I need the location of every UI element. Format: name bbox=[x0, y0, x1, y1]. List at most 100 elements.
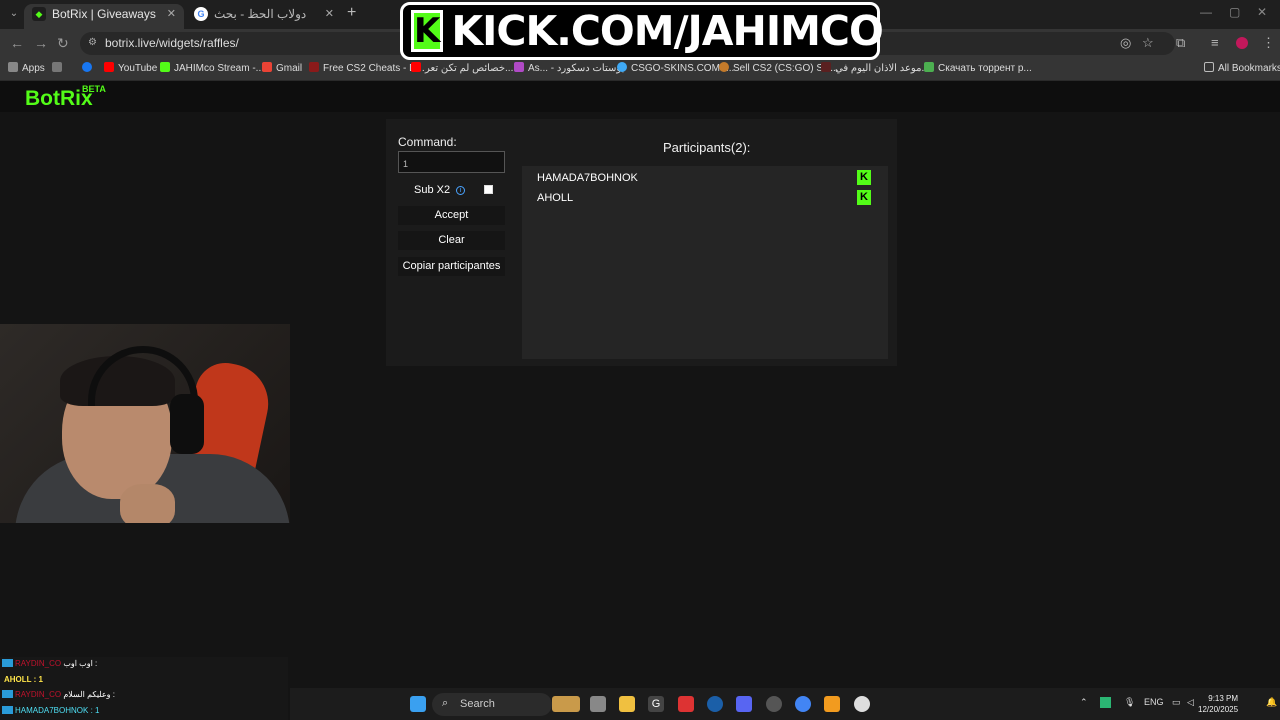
extensions-icon[interactable]: ⧉ bbox=[1176, 35, 1185, 51]
bookmark-gmail[interactable]: Gmail bbox=[262, 62, 302, 74]
bookmark-youtube-ar[interactable]: خصائص لم تكن تعر... bbox=[411, 62, 513, 74]
youtube-icon bbox=[411, 62, 421, 72]
chat-overlay: RAYDIN_CO اوب اوب : AHOLL : 1 RAYDIN_CO … bbox=[0, 657, 288, 720]
streamer-hand bbox=[120, 484, 175, 523]
chat-text: اوب اوب : bbox=[63, 659, 98, 668]
widget-icon[interactable] bbox=[552, 696, 580, 712]
bookmark-facebook[interactable] bbox=[82, 62, 96, 74]
app-header: BotRix BETA bbox=[0, 81, 1280, 112]
bookmark-star-icon[interactable]: ☆ bbox=[1142, 35, 1154, 51]
tab-botrix[interactable]: ◆ BotRix | Giveaways ✕ bbox=[24, 4, 184, 29]
clear-button[interactable]: Clear bbox=[398, 231, 505, 250]
chat-text: وعليكم السلام : bbox=[63, 690, 115, 699]
sub-x2-checkbox[interactable] bbox=[484, 185, 493, 194]
chat-text: HAMADA7BOHNOK : 1 bbox=[15, 706, 100, 715]
volume-icon[interactable]: ◁ bbox=[1187, 697, 1194, 708]
url-text: botrix.live/widgets/raffles/ bbox=[105, 36, 239, 50]
grid-icon bbox=[52, 62, 62, 72]
tray-chevron-icon[interactable]: ⌃ bbox=[1080, 697, 1088, 708]
participant-row: HAMADA7BOHNOK bbox=[537, 172, 638, 184]
participant-row: AHOLL bbox=[537, 192, 574, 204]
bookmark-label: Apps bbox=[22, 63, 45, 74]
logitech-icon[interactable]: G bbox=[648, 696, 664, 712]
microphone-icon[interactable]: 🎙 bbox=[1124, 697, 1135, 708]
search-label: Search bbox=[460, 698, 495, 710]
copy-participants-button[interactable]: Copiar participantes bbox=[398, 257, 505, 276]
bookmark-grid[interactable] bbox=[52, 62, 66, 74]
kick-overlay-banner: K KICK.COM/JAHIMCO bbox=[400, 2, 884, 60]
bookmark-torrent[interactable]: Скачать торрент р... bbox=[924, 62, 1032, 74]
bookmark-cs2cheats[interactable]: Free CS2 Cheats - D... bbox=[309, 62, 425, 74]
search-icon: ⌕ bbox=[442, 697, 449, 709]
discord-icon[interactable] bbox=[736, 696, 752, 712]
close-window-icon[interactable]: ✕ bbox=[1257, 5, 1267, 19]
site-icon bbox=[617, 62, 627, 72]
bookmark-jahimco[interactable]: JAHIMco Stream -... bbox=[160, 62, 264, 74]
app-icon[interactable] bbox=[678, 696, 694, 712]
bookmark-label: Free CS2 Cheats - D... bbox=[323, 63, 425, 74]
participants-title: Participants(2): bbox=[663, 140, 751, 155]
minimize-icon[interactable]: — bbox=[1200, 5, 1212, 19]
language-indicator[interactable]: ENG bbox=[1144, 697, 1164, 707]
taskbar-search[interactable]: ⌕ Search bbox=[432, 693, 552, 716]
vlc-icon[interactable] bbox=[824, 696, 840, 712]
tab-search-icon[interactable]: ≡ bbox=[1211, 35, 1219, 50]
gmail-icon bbox=[262, 62, 272, 72]
sub-x2-text: Sub X2 bbox=[414, 184, 451, 196]
notifications-icon[interactable]: 🔔 bbox=[1266, 697, 1277, 708]
bookmark-label: موعد الاذان اليوم في... bbox=[835, 63, 930, 74]
folder-icon bbox=[1204, 62, 1214, 72]
tab-search-icon[interactable]: ⌄ bbox=[6, 6, 22, 22]
bookmark-discord-posts[interactable]: As... - بوستات دسكورد bbox=[514, 62, 624, 74]
clock[interactable]: 9:13 PM 12/20/2025 bbox=[1198, 693, 1238, 715]
file-explorer-icon[interactable] bbox=[619, 696, 635, 712]
accept-button[interactable]: Accept bbox=[398, 206, 505, 225]
site-info-icon[interactable]: ⚙ bbox=[88, 37, 100, 49]
site-icon bbox=[719, 62, 729, 72]
forward-icon[interactable]: → bbox=[34, 35, 48, 51]
close-tab-icon[interactable]: ✕ bbox=[325, 4, 334, 24]
tab-google[interactable]: G دولاب الحظ - بحث Google ✕ bbox=[186, 4, 342, 41]
chat-message: HAMADA7BOHNOK : 1 bbox=[2, 704, 99, 718]
back-icon[interactable]: ← bbox=[10, 35, 24, 51]
new-tab-icon[interactable]: + bbox=[347, 4, 356, 22]
badge-icon bbox=[2, 659, 13, 667]
close-tab-icon[interactable]: ✕ bbox=[167, 4, 176, 24]
obs-icon[interactable] bbox=[854, 696, 870, 712]
bookmarks-bar: Apps YouTube JAHIMco Stream -... Gmail F… bbox=[0, 57, 1280, 81]
kick-logo-icon: K bbox=[411, 10, 444, 52]
site-icon bbox=[309, 62, 319, 72]
bookmark-label: Скачать торрент р... bbox=[938, 63, 1032, 74]
site-icon bbox=[821, 62, 831, 72]
profile-avatar[interactable] bbox=[1236, 37, 1248, 49]
bookmark-label: خصائص لم تكن تعر... bbox=[425, 63, 514, 74]
app-icon[interactable] bbox=[766, 696, 782, 712]
kick-url-text: KICK.COM/JAHIMCO bbox=[451, 7, 883, 55]
gem-icon bbox=[514, 62, 524, 72]
chat-message: RAYDIN_CO وعليكم السلام : bbox=[2, 688, 115, 702]
kick-icon: K bbox=[857, 170, 871, 185]
site-icon bbox=[924, 62, 934, 72]
bookmark-youtube[interactable]: YouTube bbox=[104, 62, 157, 74]
info-icon[interactable]: i bbox=[456, 186, 466, 195]
tray-app-icon[interactable] bbox=[1100, 697, 1111, 708]
sub-x2-label: Sub X2 i bbox=[414, 184, 466, 196]
badge-icon bbox=[2, 706, 13, 714]
bookmark-prayer[interactable]: موعد الاذان اليوم في... bbox=[821, 62, 930, 74]
task-view-icon[interactable] bbox=[590, 696, 606, 712]
bookmark-apps[interactable]: Apps bbox=[8, 62, 45, 74]
facebook-icon bbox=[82, 62, 92, 72]
all-bookmarks[interactable]: All Bookmarks bbox=[1204, 62, 1280, 74]
maximize-icon[interactable]: ▢ bbox=[1229, 5, 1240, 19]
eye-off-icon[interactable]: ◎ bbox=[1120, 35, 1131, 51]
bookmark-csgoskins[interactable]: CSGO-SKINS.COM -... bbox=[617, 62, 734, 74]
reload-icon[interactable]: ↻ bbox=[57, 35, 69, 52]
steam-icon[interactable] bbox=[707, 696, 723, 712]
menu-icon[interactable]: ⋮ bbox=[1262, 35, 1275, 51]
windows-start-icon[interactable] bbox=[410, 696, 426, 712]
chrome-icon[interactable] bbox=[795, 696, 811, 712]
command-input[interactable]: 1 bbox=[398, 151, 505, 173]
bookmark-label: YouTube bbox=[118, 63, 158, 74]
network-icon[interactable]: ▭ bbox=[1172, 697, 1181, 708]
chat-message: AHOLL : 1 bbox=[4, 675, 43, 684]
